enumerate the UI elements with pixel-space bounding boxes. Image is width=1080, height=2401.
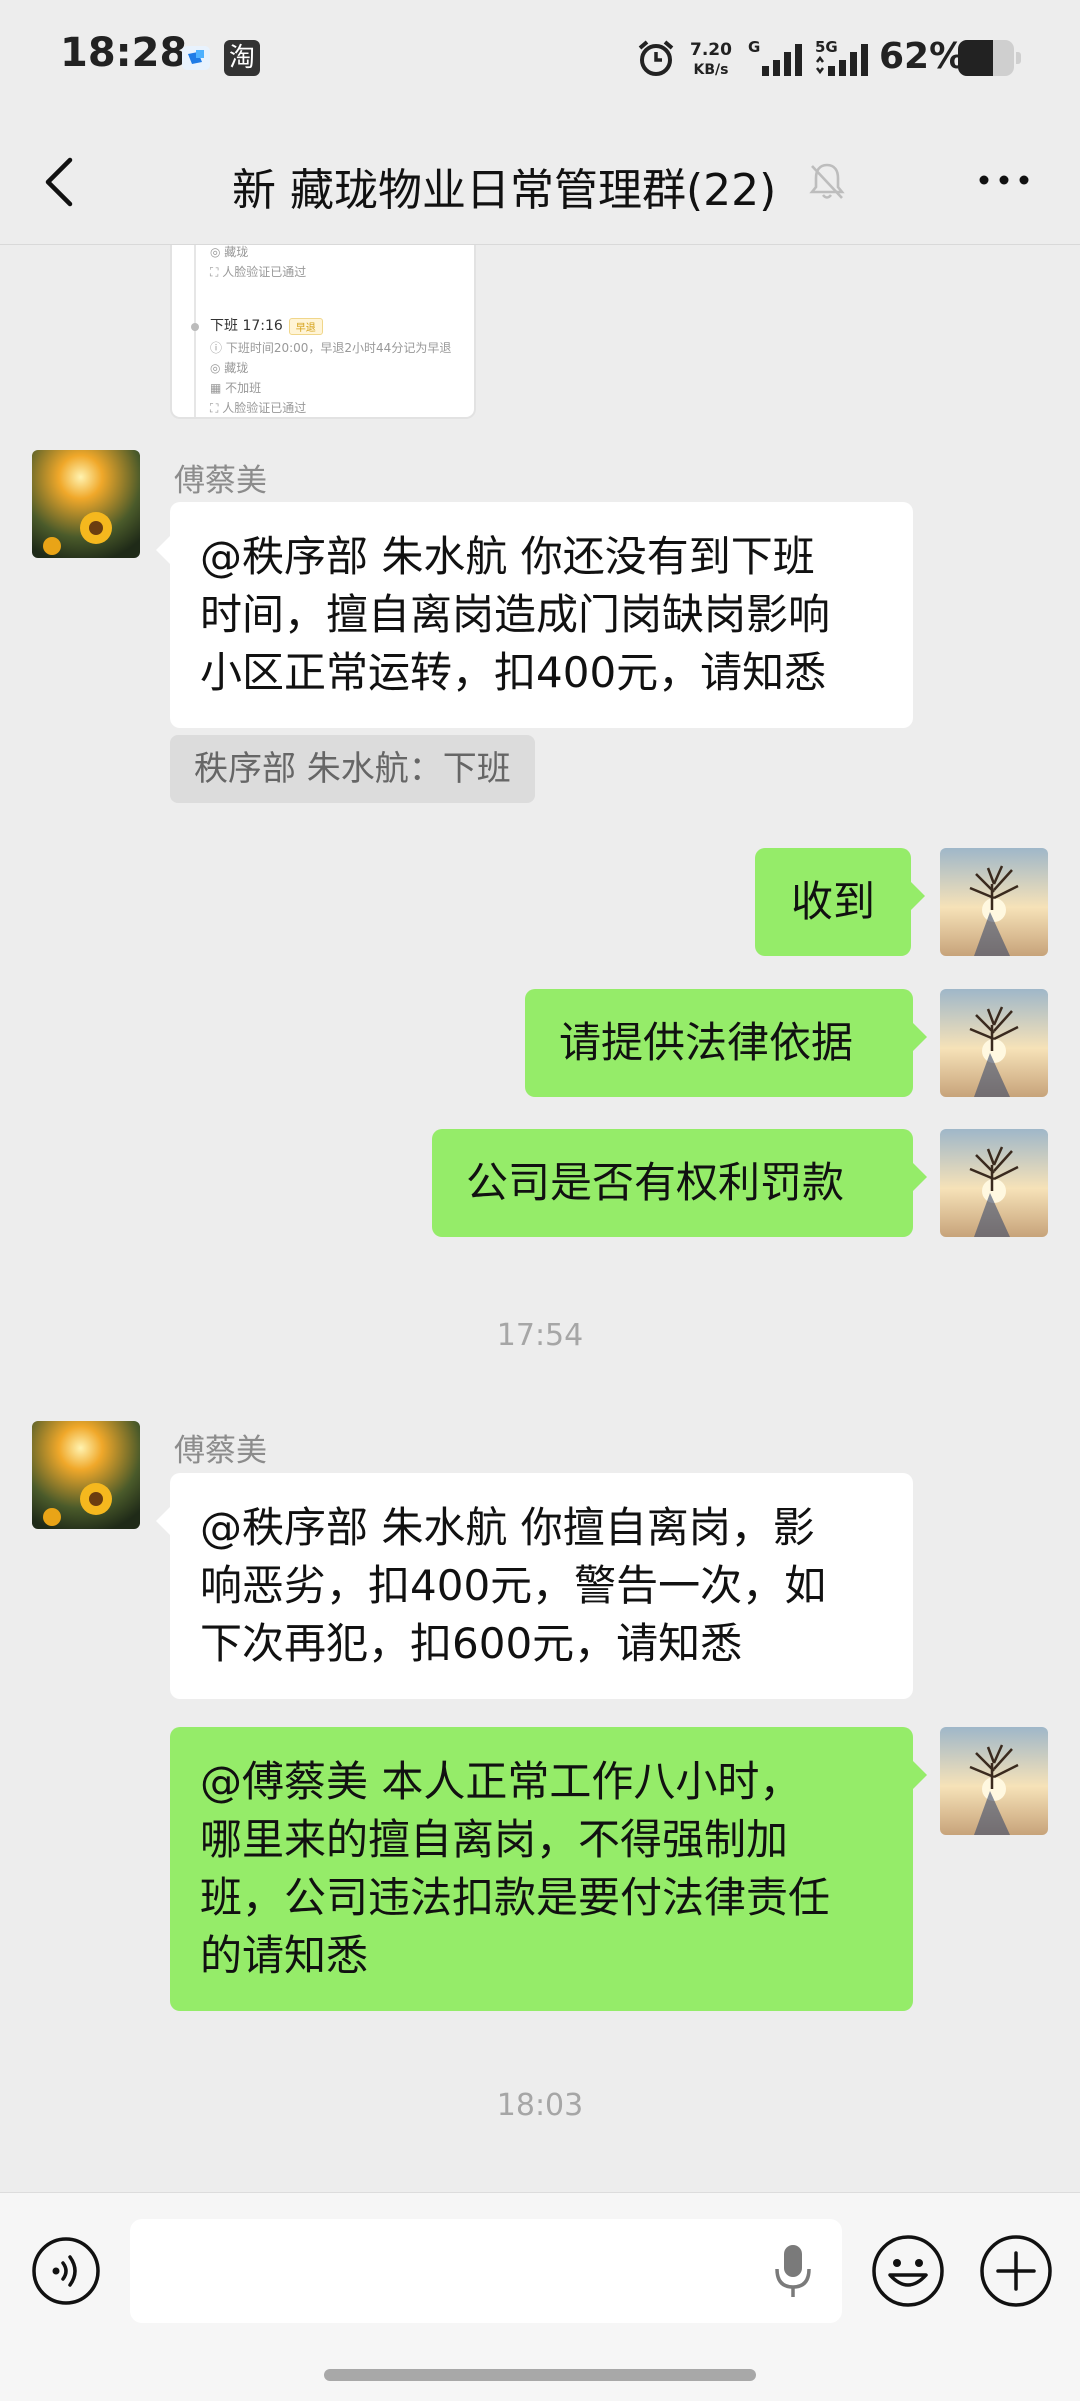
network-speed: 7.20 KB/s <box>690 40 732 80</box>
sender-name: 傅蔡美 <box>174 1433 267 1469</box>
card-row-heading: 下班 17:16 早退 <box>210 315 323 335</box>
message-line: 班，公司违法扣款是要付法律责任 <box>200 1873 831 1922</box>
signal-strength-icon <box>762 44 802 76</box>
message-line: 时间，擅自离岗造成门岗缺岗影响 <box>200 590 831 639</box>
tree-avatar-image <box>940 989 1048 1097</box>
message-line: 请提供法律依据 <box>559 1018 854 1067</box>
card-row-text: 下班时间20:00，早退2小时44分记为早退 <box>225 341 452 355</box>
sender-avatar[interactable] <box>32 1421 140 1529</box>
message-timestamp: 17:54 <box>496 1318 584 1353</box>
sender-avatar[interactable] <box>32 450 140 558</box>
message-line: 收到 <box>791 877 876 926</box>
message-line: @傅蔡美 本人正常工作八小时， <box>200 1757 802 1806</box>
quoted-message[interactable]: 秩序部 朱水航：下班 <box>170 735 535 803</box>
status-time: 18:28 <box>60 30 188 76</box>
tree-avatar-image <box>940 1727 1048 1835</box>
battery-level <box>958 40 993 76</box>
message-list[interactable]: ◎ 藏珑 ⛶ 人脸验证已通过 下班 17:16 早退 ⓘ 下班时间20:00，早退… <box>0 245 1080 2192</box>
chat-title: 新 藏珑物业日常管理群(22) <box>232 165 777 216</box>
message-line: 下次再犯，扣600元，请知悉 <box>200 1619 743 1668</box>
chat-header: 新 藏珑物业日常管理群(22) <box>0 120 1080 245</box>
network-speed-unit: KB/s <box>693 62 729 78</box>
card-row: ⛶ 人脸验证已通过 <box>210 265 307 279</box>
incoming-message-bubble[interactable]: @秩序部 朱水航 你还没有到下班 时间，擅自离岗造成门岗缺岗影响 小区正常运转，… <box>156 502 913 728</box>
outgoing-message-bubble[interactable]: @傅蔡美 本人正常工作八小时， 哪里来的擅自离岗，不得强制加 班，公司违法扣款是… <box>170 1727 927 2011</box>
message-line: 响恶劣，扣400元，警告一次，如 <box>200 1561 827 1610</box>
my-avatar[interactable] <box>940 1727 1048 1835</box>
network-speed-value: 7.20 <box>690 40 732 60</box>
incoming-message-bubble[interactable]: @秩序部 朱水航 你擅自离岗，影 响恶劣，扣400元，警告一次，如 下次再犯，扣… <box>156 1473 913 1699</box>
input-bar <box>0 2192 1080 2401</box>
timeline-dot <box>191 323 199 331</box>
message-line: 小区正常运转，扣400元，请知悉 <box>200 648 827 697</box>
outgoing-message-bubble[interactable]: 请提供法律依据 <box>525 989 927 1097</box>
message-input[interactable] <box>130 2219 842 2323</box>
message-timestamp: 18:03 <box>496 2088 584 2123</box>
my-avatar[interactable] <box>940 848 1048 956</box>
battery-percent: 62% <box>879 36 966 77</box>
more-icon[interactable] <box>976 164 1032 196</box>
card-row: ⛶ 人脸验证已通过 <box>210 401 307 415</box>
card-row-text: 藏珑 <box>224 245 249 259</box>
sender-name: 傅蔡美 <box>174 463 267 499</box>
sunflower-avatar-image <box>32 450 140 558</box>
my-avatar[interactable] <box>940 989 1048 1097</box>
app-notification-icon <box>182 46 210 70</box>
my-avatar[interactable] <box>940 1129 1048 1237</box>
message-line: @秩序部 朱水航 你还没有到下班 <box>200 532 815 581</box>
status-bar: 18:28 淘 7.20 KB/s G 5G 62% <box>0 0 1080 120</box>
signal-strength-5g-icon <box>816 44 868 76</box>
outgoing-message-bubble[interactable]: 收到 <box>755 848 926 956</box>
alarm-icon <box>638 40 674 76</box>
tree-avatar-image <box>940 1129 1048 1237</box>
message-line: 的请知悉 <box>200 1931 369 1980</box>
card-row: ◎ 藏珑 <box>210 361 249 375</box>
card-row-text: 人脸验证已通过 <box>222 401 307 415</box>
battery-cap <box>1016 52 1021 64</box>
emoji-icon[interactable] <box>870 2233 946 2309</box>
outgoing-message-bubble[interactable]: 公司是否有权利罚款 <box>432 1129 927 1237</box>
back-icon[interactable] <box>36 150 84 214</box>
card-row-text: 下班 17:16 <box>210 318 283 334</box>
voice-icon[interactable] <box>30 2235 102 2307</box>
message-line: @秩序部 朱水航 你擅自离岗，影 <box>200 1503 815 1552</box>
mute-bell-icon <box>809 163 845 199</box>
sunflower-avatar-image <box>32 1421 140 1529</box>
mic-icon[interactable] <box>768 2241 818 2301</box>
card-row-text: 人脸验证已通过 <box>222 265 307 279</box>
message-line: 公司是否有权利罚款 <box>466 1158 845 1207</box>
card-row: ◎ 藏珑 <box>210 245 249 259</box>
sim1-label: G <box>748 38 761 56</box>
attendance-screenshot-image[interactable]: ◎ 藏珑 ⛶ 人脸验证已通过 下班 17:16 早退 ⓘ 下班时间20:00，早退… <box>170 245 476 419</box>
timeline-rail <box>194 245 196 417</box>
home-indicator[interactable] <box>324 2369 756 2381</box>
message-line: 哪里来的擅自离岗，不得强制加 <box>200 1815 789 1864</box>
taobao-app-icon: 淘 <box>224 40 260 76</box>
battery-icon <box>958 40 1014 76</box>
card-row-text: 不加班 <box>225 381 262 395</box>
card-row: ▦ 不加班 <box>210 381 262 395</box>
plus-icon[interactable] <box>978 2233 1054 2309</box>
card-row-text: 藏珑 <box>224 361 249 375</box>
card-row: ⓘ 下班时间20:00，早退2小时44分记为早退 <box>210 341 452 355</box>
tree-avatar-image <box>940 848 1048 956</box>
early-leave-tag: 早退 <box>288 317 323 335</box>
